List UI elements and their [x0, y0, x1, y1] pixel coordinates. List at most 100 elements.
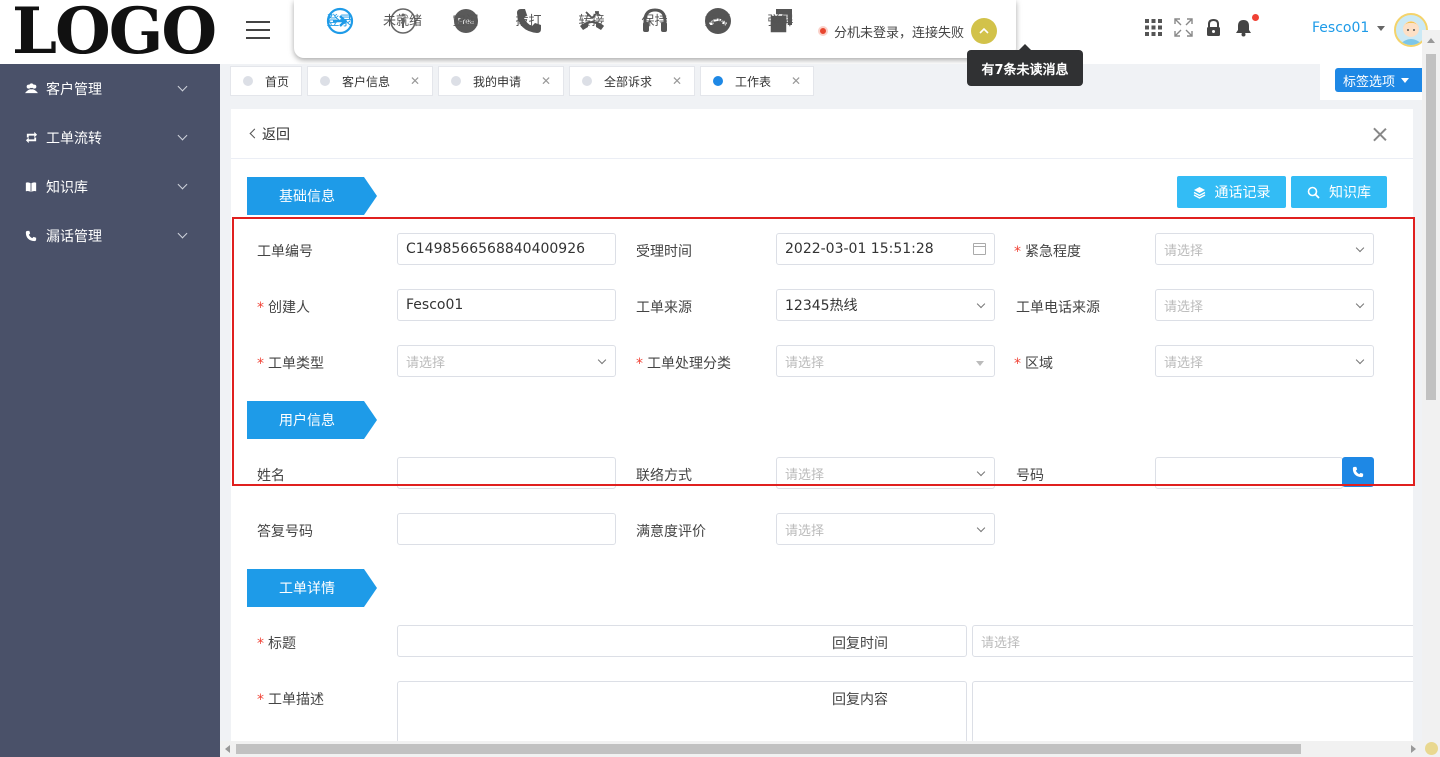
chevron-down-icon [177, 130, 188, 141]
reply-content-label: 回复内容 [832, 692, 888, 708]
chevron-down-icon [976, 523, 986, 533]
phone-icon [24, 229, 38, 243]
description-label: * 工单描述 [257, 692, 324, 708]
work-order-form: 返回 基础信息 通话记录 知识库 工单编号 C14985665688404009… [231, 109, 1413, 749]
region-label: * 区域 [1014, 356, 1053, 372]
contact-select[interactable]: 请选择 [776, 457, 995, 489]
tab-dot-icon [243, 76, 253, 86]
chevron-up-icon[interactable] [971, 18, 998, 44]
users-icon [24, 82, 38, 96]
type-select[interactable]: 请选择 [397, 345, 616, 377]
caret-down-icon [976, 361, 984, 366]
dial-button[interactable]: 拨打 [497, 0, 560, 58]
sidebar-item-customer[interactable]: 客户管理 [0, 64, 220, 113]
scroll-thumb[interactable] [236, 744, 1301, 754]
tab-customer-info[interactable]: 客户信息 ✕ [307, 66, 433, 96]
fullscreen-icon[interactable] [1174, 18, 1193, 37]
vertical-scrollbar[interactable] [1422, 30, 1440, 757]
apps-grid-icon[interactable] [1144, 18, 1163, 37]
name-field[interactable] [397, 457, 616, 489]
tab-my-applications[interactable]: 我的申请 ✕ [438, 66, 564, 96]
book-icon [24, 180, 38, 194]
status-dot-icon [818, 26, 828, 36]
sidebar-item-label: 工单流转 [46, 130, 102, 147]
section-basic-info: 基础信息 [247, 177, 377, 215]
not-ready-button[interactable]: 未就绪 [371, 0, 434, 58]
popup-button[interactable]: 弹屏 [749, 0, 812, 58]
phone-icon [1352, 466, 1364, 478]
number-field[interactable] [1155, 457, 1343, 489]
unread-badge [1252, 14, 1259, 21]
login-button[interactable]: 登录 [308, 0, 371, 58]
reply-number-label: 答复号码 [257, 524, 313, 540]
sidebar: LOGO 客户管理 工单流转 知识库 漏话管理 [0, 0, 220, 757]
creator-field[interactable]: Fesco01 [397, 289, 616, 321]
scroll-thumb[interactable] [1426, 54, 1436, 400]
transfer-button[interactable]: 转接 [560, 0, 623, 58]
accept-time-label: 受理时间 [636, 244, 692, 260]
horizontal-scrollbar[interactable] [220, 741, 1422, 757]
back-link[interactable]: 返回 [249, 124, 290, 144]
call-records-button[interactable]: 通话记录 [1177, 176, 1286, 208]
sidebar-item-workflow[interactable]: 工单流转 [0, 113, 220, 162]
scroll-up-icon[interactable] [1427, 38, 1435, 43]
close-icon[interactable]: ✕ [410, 74, 420, 88]
layers-icon [1193, 186, 1205, 199]
number-label: 号码 [1016, 468, 1044, 484]
lock-icon[interactable] [1204, 18, 1223, 37]
extension-status: 分机未登录，连接失败 [818, 18, 998, 44]
handle-category-label: * 工单处理分类 [636, 356, 731, 372]
hangup-button[interactable]: 挂断 [686, 0, 749, 58]
urgency-select[interactable]: 请选择 [1155, 233, 1374, 265]
tab-dot-icon [320, 76, 330, 86]
section-order-detail: 工单详情 [247, 569, 377, 607]
knowledge-base-button[interactable]: 知识库 [1291, 176, 1387, 208]
phone-source-select[interactable]: 请选择 [1155, 289, 1374, 321]
close-icon[interactable]: ✕ [791, 74, 801, 88]
search-icon [1307, 186, 1320, 199]
bell-icon[interactable] [1234, 14, 1259, 37]
emoji-icon [1425, 742, 1438, 755]
reply-number-field[interactable] [397, 513, 616, 545]
idle-button[interactable]: Free 空闲 [434, 0, 497, 58]
menu-toggle-icon[interactable] [246, 21, 270, 39]
sidebar-item-knowledge[interactable]: 知识库 [0, 162, 220, 211]
source-select[interactable]: 12345热线 [776, 289, 995, 321]
reply-time-label: 回复时间 [832, 636, 888, 652]
card-header: 返回 [231, 109, 1413, 159]
section-user-info: 用户信息 [247, 401, 377, 439]
phone-source-label: 工单电话来源 [1016, 300, 1100, 316]
tab-dot-icon [713, 76, 723, 86]
close-icon[interactable]: ✕ [541, 74, 551, 88]
chevron-down-icon [976, 467, 986, 477]
caret-down-icon [1401, 77, 1410, 83]
creator-label: * 创建人 [257, 300, 310, 316]
close-icon[interactable]: ✕ [672, 74, 682, 88]
accept-time-field[interactable]: 2022-03-01 15:51:28 [776, 233, 995, 265]
tab-home[interactable]: 首页 [230, 66, 302, 96]
sidebar-item-label: 知识库 [46, 179, 88, 196]
scroll-left-icon[interactable] [225, 745, 230, 753]
satisfaction-select[interactable]: 请选择 [776, 513, 995, 545]
reply-content-textarea[interactable] [972, 681, 1413, 749]
reply-time-field[interactable]: 请选择 [972, 625, 1413, 657]
tag-options-button[interactable]: 标签选项 [1335, 68, 1425, 92]
tab-worksheet[interactable]: 工作表 ✕ [700, 66, 814, 96]
scroll-right-icon[interactable] [1411, 745, 1416, 753]
top-header: 登录 未就绪 Free 空闲 拨打 转接 保持 挂断 弹屏 分机未登录，连接失败… [220, 0, 1440, 64]
tab-all-requests[interactable]: 全部诉求 ✕ [569, 66, 695, 96]
sidebar-item-missed-calls[interactable]: 漏话管理 [0, 211, 220, 260]
sidebar-item-label: 漏话管理 [46, 228, 102, 245]
hold-button[interactable]: 保持 [623, 0, 686, 58]
close-icon[interactable] [1373, 127, 1387, 141]
title-label: * 标题 [257, 636, 296, 652]
caret-down-icon [1377, 25, 1386, 31]
refresh-icon [24, 131, 38, 145]
region-select[interactable]: 请选择 [1155, 345, 1374, 377]
call-number-button[interactable] [1342, 457, 1374, 487]
chevron-down-icon [976, 299, 986, 309]
handle-category-select[interactable]: 请选择 [776, 345, 995, 377]
scroll-corner [1422, 741, 1440, 757]
order-no-field[interactable]: C1498566568840400926 [397, 233, 616, 265]
user-menu[interactable]: Fesco01 [1312, 20, 1386, 36]
